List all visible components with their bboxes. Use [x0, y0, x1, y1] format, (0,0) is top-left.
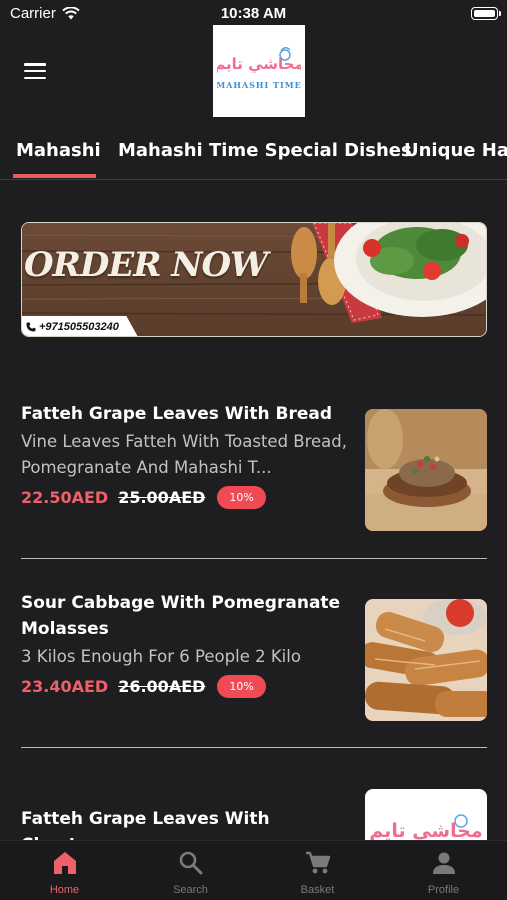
nav-basket-label: Basket: [300, 884, 335, 896]
product-old-price: 25.00AED: [118, 488, 206, 507]
bottom-navigation: Home Search Basket Profile: [0, 840, 507, 900]
menu-button[interactable]: [24, 63, 46, 79]
product-image[interactable]: [365, 409, 487, 531]
hamburger-line: [24, 76, 46, 79]
product-image[interactable]: [365, 599, 487, 721]
product-name: Fatteh Grape Leaves With Bread: [21, 404, 333, 424]
person-icon: [433, 852, 455, 874]
nav-basket[interactable]: Basket: [267, 841, 368, 900]
discount-badge: 10%: [217, 486, 266, 509]
hamburger-line: [24, 63, 46, 66]
order-now-banner[interactable]: ORDER NOW +971505503240: [21, 222, 487, 337]
app-logo: محاشي تايم MAHASHI TIME: [213, 25, 305, 117]
status-time: 10:38 AM: [220, 5, 287, 22]
search-icon: [179, 851, 203, 875]
logo-arabic-text: محاشي تايم: [369, 820, 482, 840]
nav-home-label: Home: [49, 884, 80, 896]
nav-home[interactable]: Home: [14, 841, 115, 900]
nav-search-label: Search: [173, 884, 208, 896]
banner-phone[interactable]: +971505503240: [22, 316, 138, 336]
tab-mahashi-time-special-dishes[interactable]: Mahashi Time Special Dishes: [118, 140, 412, 161]
product-image[interactable]: محاشي تايم: [365, 789, 487, 840]
divider: [21, 747, 487, 748]
status-bar: Carrier 10:38 AM: [0, 0, 507, 28]
nav-search[interactable]: Search: [140, 841, 241, 900]
cart-icon: [306, 851, 331, 874]
product-name: Sour Cabbage With Pomegranate Molasses: [21, 593, 341, 639]
product-description: 3 Kilos Enough For 6 People 2 Kilo: [21, 647, 301, 666]
nav-profile-label: Profile: [427, 884, 460, 896]
product-price: 23.40AED: [21, 677, 109, 696]
active-tab-indicator: [13, 174, 96, 178]
discount-badge: 10%: [217, 675, 266, 698]
tab-unique-hav[interactable]: Unique Hav: [404, 140, 507, 161]
divider: [21, 558, 487, 559]
phone-icon: [26, 322, 36, 331]
home-icon: [54, 852, 76, 874]
product-description: Vine Leaves Fatteh With Toasted Bread, P…: [21, 432, 348, 477]
logo-latin-text: MAHASHI TIME: [217, 80, 301, 90]
tab-mahashi[interactable]: Mahashi: [16, 140, 101, 161]
category-tabs: Mahashi Mahashi Time Special Dishes Uniq…: [0, 128, 507, 180]
product-price: 22.50AED: [21, 488, 109, 507]
battery-icon: [471, 7, 501, 20]
nav-profile[interactable]: Profile: [393, 841, 494, 900]
banner-phone-number: +971505503240: [39, 320, 119, 333]
banner-title: ORDER NOW: [24, 245, 268, 285]
product-old-price: 26.00AED: [118, 677, 206, 696]
hamburger-line: [24, 69, 46, 73]
